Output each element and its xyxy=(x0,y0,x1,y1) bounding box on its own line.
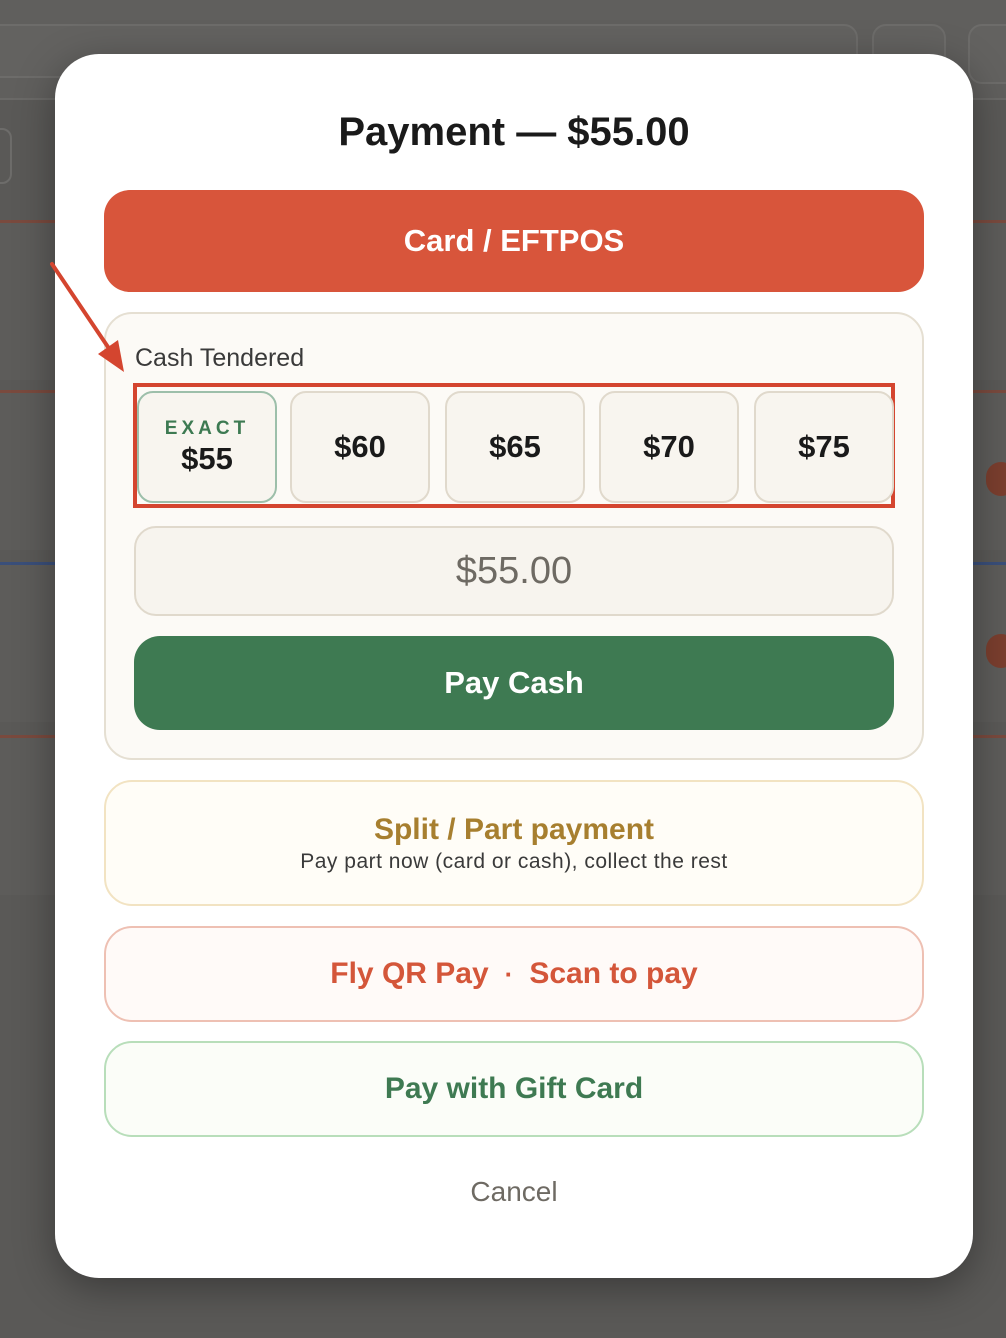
quick-amount-value: $60 xyxy=(334,429,386,464)
quick-amount-highlight: EXACT $55 $60 $65 $70 $75 xyxy=(133,383,895,508)
split-payment-button[interactable]: Split / Part payment Pay part now (card … xyxy=(104,780,924,906)
pay-cash-button[interactable]: Pay Cash xyxy=(134,636,894,730)
exact-tag: EXACT xyxy=(164,418,250,439)
quick-amount-value: $55 xyxy=(181,441,233,476)
quick-amount-60-button[interactable]: $60 xyxy=(290,391,430,503)
quick-amount-exact-button[interactable]: EXACT $55 xyxy=(137,391,277,503)
gift-card-button[interactable]: Pay with Gift Card xyxy=(104,1041,924,1137)
quick-amount-65-button[interactable]: $65 xyxy=(445,391,585,503)
payment-modal: Payment — $55.00 Card / EFTPOS Cash Tend… xyxy=(55,54,973,1278)
qr-separator: · xyxy=(504,958,514,989)
split-payment-title: Split / Part payment xyxy=(373,813,655,846)
modal-title: Payment — $55.00 xyxy=(338,110,690,154)
background-status-dot xyxy=(986,462,1006,496)
qr-pay-label: Fly QR Pay xyxy=(330,957,489,990)
cancel-button[interactable]: Cancel xyxy=(55,1176,973,1208)
cash-payment-panel: Cash Tendered EXACT $55 $60 $65 $70 $75 … xyxy=(104,312,924,760)
quick-amount-value: $75 xyxy=(798,429,850,464)
background-status-dot xyxy=(986,634,1006,668)
background-user-button xyxy=(968,24,1006,84)
quick-amount-value: $65 xyxy=(489,429,541,464)
cash-tendered-label: Cash Tendered xyxy=(135,344,305,372)
cash-tendered-input[interactable]: $55.00 xyxy=(134,526,894,616)
qr-pay-action: Scan to pay xyxy=(529,957,698,990)
card-eftpos-button[interactable]: Card / EFTPOS xyxy=(104,190,924,292)
qr-pay-button[interactable]: Fly QR Pay · Scan to pay xyxy=(104,926,924,1022)
quick-amount-70-button[interactable]: $70 xyxy=(599,391,739,503)
split-payment-subtitle: Pay part now (card or cash), collect the… xyxy=(300,850,728,873)
quick-amount-75-button[interactable]: $75 xyxy=(754,391,894,503)
quick-amount-value: $70 xyxy=(643,429,695,464)
background-filter-chip xyxy=(0,128,12,184)
